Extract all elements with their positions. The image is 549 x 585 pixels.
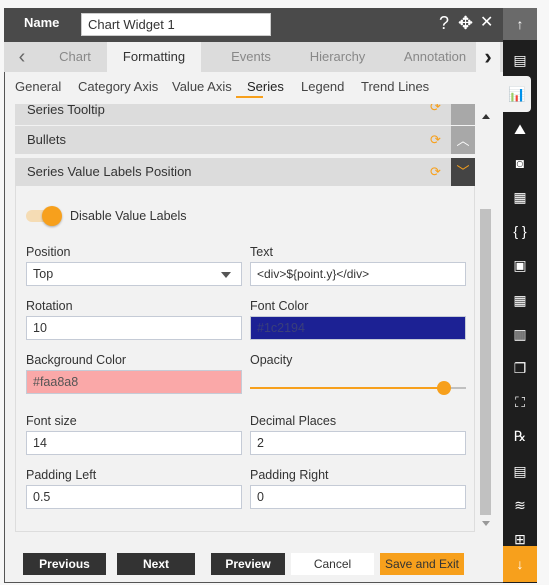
tab-chart[interactable]: Chart (40, 42, 110, 72)
tab-annotation[interactable]: Annotation (395, 42, 475, 72)
font-size-label: Font size (26, 414, 77, 428)
help-icon[interactable]: ? (439, 13, 449, 33)
preview-button[interactable]: Preview (211, 553, 285, 575)
subtab-trend-lines[interactable]: Trend Lines (361, 79, 429, 94)
layers-icon[interactable]: ≋ (503, 487, 537, 523)
rotation-input[interactable]: 10 (26, 316, 242, 340)
subtab-legend[interactable]: Legend (301, 79, 344, 94)
active-subtab-underline (236, 96, 263, 98)
tab-prev-icon[interactable]: ‹ (12, 42, 32, 72)
subtab-series[interactable]: Series (247, 79, 284, 94)
close-icon[interactable]: ✕ (480, 13, 493, 33)
reset-icon[interactable]: ⟳ (430, 104, 441, 115)
section-title: Bullets (27, 132, 67, 147)
collapse-button[interactable] (451, 104, 475, 125)
position-label: Position (26, 245, 71, 259)
padding-left-input[interactable]: 0.5 (26, 485, 242, 509)
next-button[interactable]: Next (117, 553, 195, 575)
tab-formatting[interactable]: Formatting (107, 42, 201, 72)
dropdown-arrow-icon (221, 272, 231, 278)
tab-hierarchy[interactable]: Hierarchy (290, 42, 385, 72)
subtab-category-axis[interactable]: Category Axis (78, 79, 158, 94)
cancel-button[interactable]: Cancel (291, 553, 374, 575)
copy-icon[interactable]: ❐ (503, 350, 537, 386)
section-title: Series Value Labels Position (27, 164, 192, 179)
padding-right-input[interactable]: 0 (250, 485, 466, 509)
padding-right-label: Padding Right (250, 468, 329, 482)
background-color-input[interactable]: #faa8a8 (26, 370, 242, 394)
document-icon[interactable]: ▦ (503, 179, 537, 215)
move-icon[interactable]: ✥ (458, 13, 473, 33)
scrollbar-thumb[interactable] (480, 209, 491, 515)
image-icon[interactable]: ▣ (503, 247, 537, 283)
code-braces-icon[interactable]: { } (503, 213, 537, 249)
save-file-icon[interactable]: ▤ (503, 453, 537, 489)
decimal-places-input[interactable]: 2 (250, 431, 466, 455)
padding-left-label: Padding Left (26, 468, 97, 482)
subtab-value-axis[interactable]: Value Axis (172, 79, 232, 94)
section-title: Series Tooltip (27, 104, 105, 117)
widget-icon[interactable]: ▤ (503, 42, 537, 78)
section-series-value-labels-position[interactable]: Series Value Labels Position (15, 158, 451, 186)
kpi-chart-icon[interactable]: ▥ (503, 316, 537, 352)
widget-name-input[interactable] (81, 13, 271, 36)
previous-button[interactable]: Previous (23, 553, 106, 575)
position-value: Top (33, 267, 54, 281)
map-icon[interactable]: ⛰ (503, 111, 537, 147)
font-size-input[interactable]: 14 (26, 431, 242, 455)
pivot-icon[interactable]: ▦ (503, 282, 537, 318)
scroll-bottom-icon[interactable]: ↓ (503, 546, 537, 582)
report-icon[interactable]: ◙ (503, 145, 537, 181)
cubes-icon[interactable]: ⛶ (503, 384, 537, 420)
reset-icon[interactable]: ⟳ (430, 132, 441, 148)
opacity-slider-fill (250, 387, 445, 389)
section-bullets[interactable]: Bullets (15, 126, 451, 154)
tab-events[interactable]: Events (201, 42, 301, 72)
chevron-up-icon[interactable]: ︿ (451, 126, 475, 154)
rx-formula-icon[interactable]: ℞ (503, 418, 537, 454)
scroll-up-icon[interactable] (482, 114, 490, 119)
chevron-down-icon[interactable]: ﹀ (451, 158, 475, 186)
rotation-label: Rotation (26, 299, 73, 313)
text-input[interactable]: <div>${point.y}</div> (250, 262, 466, 286)
opacity-label: Opacity (250, 353, 293, 367)
scrollbar[interactable] (479, 104, 492, 530)
decimal-places-label: Decimal Places (250, 414, 337, 428)
font-color-label: Font Color (250, 299, 309, 313)
scroll-down-icon[interactable] (482, 521, 490, 526)
section-series-tooltip[interactable]: Series Tooltip (15, 104, 451, 125)
opacity-slider[interactable] (250, 381, 466, 395)
position-select[interactable]: Top (26, 262, 242, 286)
background-color-label: Background Color (26, 353, 127, 367)
font-color-input[interactable]: #1c2194 (250, 316, 466, 340)
text-label: Text (250, 245, 273, 259)
toggle-knob[interactable] (42, 206, 62, 226)
reset-icon[interactable]: ⟳ (430, 164, 441, 180)
name-label: Name (24, 15, 60, 30)
scroll-top-icon[interactable]: ↑ (503, 8, 537, 40)
subtab-general[interactable]: General (15, 79, 61, 94)
tab-next-icon[interactable]: › (476, 42, 500, 72)
chart-icon[interactable]: 📊 (503, 76, 531, 113)
save-and-exit-button[interactable]: Save and Exit (380, 553, 464, 575)
toggle-label: Disable Value Labels (70, 209, 187, 223)
